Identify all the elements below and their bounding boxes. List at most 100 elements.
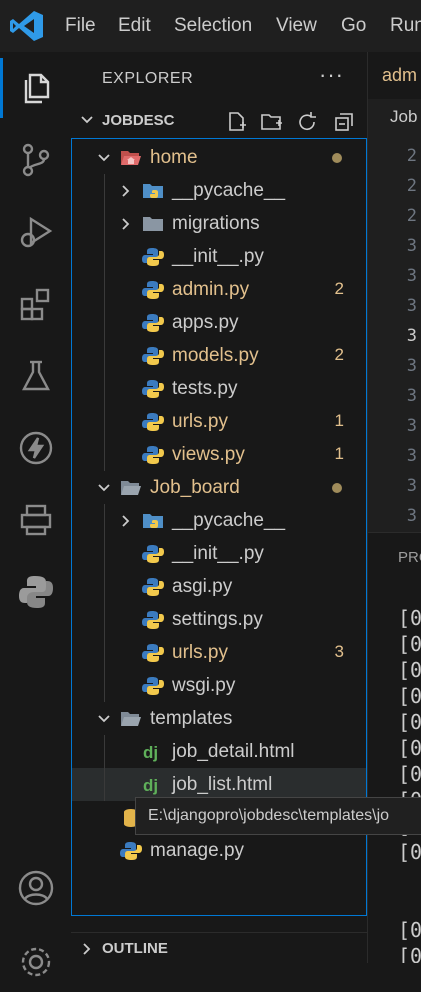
tree-item[interactable]: urls.py 3 [72, 636, 366, 669]
menu-edit[interactable]: Edit [118, 0, 151, 52]
vscode-logo-icon [10, 11, 43, 41]
terminal-panel[interactable]: [0[0[0[0[0[0[0[0[0[0[0[0[0[0 [368, 584, 421, 963]
pycache-folder-icon [143, 514, 163, 528]
tree-item[interactable]: settings.py [72, 603, 366, 636]
terminal-line: [0 [398, 944, 421, 963]
pycache-folder-icon [143, 184, 163, 198]
tree-item[interactable]: tests.py [72, 372, 366, 405]
breadcrumb[interactable]: Job [368, 99, 421, 137]
tree-item-label: __init__.py [172, 246, 264, 267]
tree-item-label: settings.py [172, 609, 263, 630]
tree-item-label: Job_board [150, 477, 240, 498]
indent-guide [104, 372, 105, 405]
title-bar: File Edit Selection View Go Run [0, 0, 421, 52]
menu-view[interactable]: View [276, 0, 317, 52]
menu-run[interactable]: Run [390, 0, 421, 52]
python-file-icon [142, 611, 164, 629]
terminal-line: [0 [398, 632, 421, 656]
tree-item[interactable]: __pycache__ [72, 174, 366, 207]
activity-remote[interactable] [0, 490, 71, 550]
activity-accounts[interactable] [0, 858, 71, 918]
line-number: 2 [406, 146, 417, 166]
files-icon [24, 73, 49, 104]
run-debug-icon [20, 216, 52, 248]
more-actions-button[interactable]: ··· [319, 62, 344, 88]
python-file-icon [142, 281, 164, 299]
tree-item-label: admin.py [172, 279, 250, 300]
workspace-folder-header[interactable]: JOBDESC [71, 104, 367, 138]
tree-item[interactable]: dj job_detail.html [72, 735, 366, 768]
source-control-icon [22, 143, 49, 177]
collapse-all-icon[interactable] [332, 110, 356, 134]
chevron-right-icon [122, 218, 130, 230]
django-template-icon: dj [143, 743, 158, 762]
python-file-icon [142, 644, 164, 662]
tree-item[interactable]: __init__.py [72, 240, 366, 273]
tree-item[interactable]: apps.py [72, 306, 366, 339]
indent-guide [104, 405, 105, 438]
problem-count-badge: 3 [334, 642, 344, 661]
django-template-icon: dj [143, 776, 158, 795]
terminal-line: [0 [398, 918, 421, 942]
line-number: 3 [406, 356, 417, 376]
indent-guide [104, 603, 105, 636]
line-number: 3 [406, 326, 417, 346]
tree-item-label: __pycache__ [172, 180, 286, 201]
tree-item-label: urls.py [172, 642, 228, 663]
line-number: 3 [406, 446, 417, 466]
menu-selection[interactable]: Selection [174, 0, 252, 52]
chevron-down-icon [98, 154, 110, 162]
tree-item[interactable]: admin.py 2 [72, 273, 366, 306]
tree-item[interactable]: __pycache__ [72, 504, 366, 537]
activity-source-control[interactable] [0, 130, 71, 190]
panel-header[interactable]: PRO [368, 532, 421, 585]
line-number: 2 [406, 206, 417, 226]
tree-item[interactable]: templates [72, 702, 366, 735]
refresh-icon[interactable] [295, 110, 319, 134]
indent-guide [104, 240, 105, 273]
tree-item[interactable]: manage.py [72, 834, 366, 867]
python-file-icon [142, 446, 164, 464]
tree-item[interactable]: migrations [72, 207, 366, 240]
line-number: 2 [406, 176, 417, 196]
tree-item[interactable]: Job_board [72, 471, 366, 504]
tree-item[interactable]: urls.py 1 [72, 405, 366, 438]
tree-item-label: models.py [172, 345, 259, 366]
indent-guide [104, 636, 105, 669]
new-folder-icon[interactable] [260, 110, 284, 134]
python-file-icon [142, 677, 164, 695]
activity-run-debug[interactable] [0, 202, 71, 262]
terminal-line: [0 [398, 684, 421, 708]
testing-flask-icon [21, 360, 50, 391]
outline-section-header[interactable]: OUTLINE [71, 932, 367, 964]
activity-extensions[interactable] [0, 274, 71, 334]
activity-manage[interactable] [0, 932, 71, 992]
python-file-icon [142, 248, 164, 266]
tree-item-label: wsgi.py [172, 675, 236, 696]
tree-item[interactable]: models.py 2 [72, 339, 366, 372]
panel-tab-label: PRO [398, 549, 421, 566]
menu-go[interactable]: Go [341, 0, 366, 52]
tree-item-label: __init__.py [172, 543, 264, 564]
activity-explorer[interactable] [0, 58, 71, 118]
menu-file[interactable]: File [65, 0, 96, 52]
editor-tab[interactable]: adm [368, 52, 421, 99]
tree-item-label: job_detail.html [172, 741, 295, 762]
tree-item-label: tests.py [172, 378, 238, 399]
indent-guide [104, 174, 105, 207]
tree-item-label: __pycache__ [172, 510, 286, 531]
activity-testing[interactable] [0, 346, 71, 406]
activity-python[interactable] [0, 562, 71, 622]
new-file-icon[interactable] [225, 110, 249, 134]
activity-thunder[interactable] [0, 418, 71, 478]
tab-label: adm [382, 65, 418, 85]
tree-item[interactable]: home [72, 141, 366, 174]
tree-item[interactable]: __init__.py [72, 537, 366, 570]
gear-icon [21, 947, 50, 977]
indent-guide [104, 570, 105, 603]
indent-guide [104, 537, 105, 570]
tree-item[interactable]: wsgi.py [72, 669, 366, 702]
tree-item-label: asgi.py [172, 576, 233, 597]
tree-item[interactable]: asgi.py [72, 570, 366, 603]
tree-item[interactable]: views.py 1 [72, 438, 366, 471]
